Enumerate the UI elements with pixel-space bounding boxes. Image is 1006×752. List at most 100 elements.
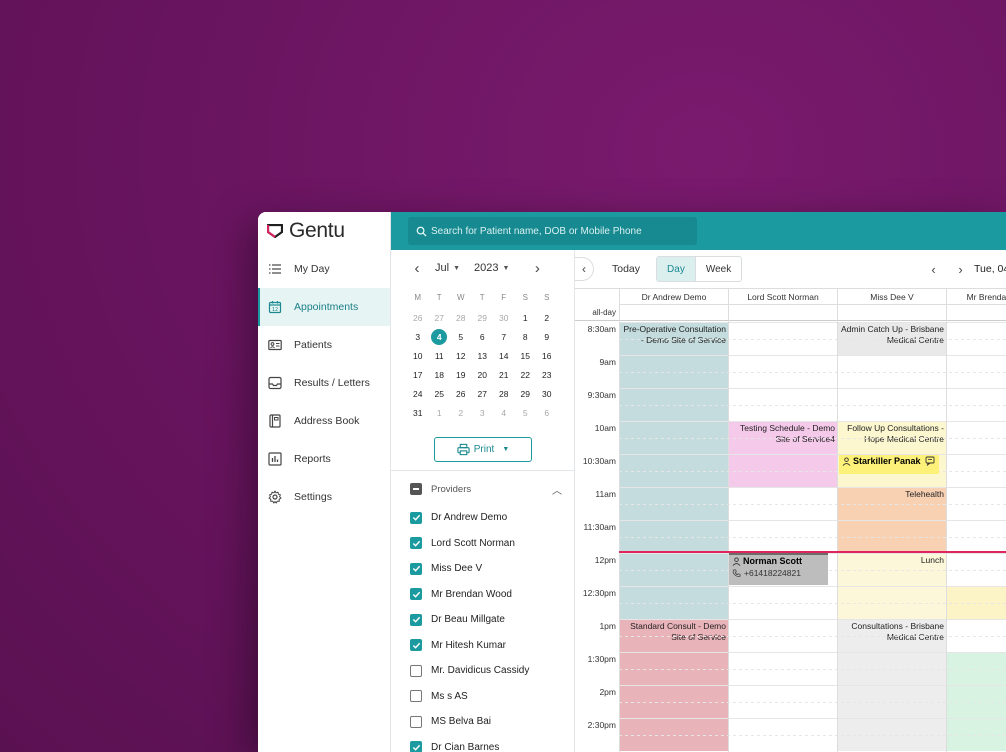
calendar-day[interactable]: 6 (536, 403, 558, 422)
nav-item-my-day[interactable]: My Day (258, 250, 390, 288)
provider-item[interactable]: Mr Hitesh Kumar (410, 633, 529, 659)
collapse-panel-button[interactable]: ‹ (575, 257, 594, 281)
providers-header[interactable]: Providers ︿ (410, 482, 562, 497)
provider-column-header[interactable]: Mr Brendan Wood (946, 289, 1006, 305)
tab-week[interactable]: Week (694, 257, 741, 281)
calendar-day[interactable]: 4 (429, 327, 451, 346)
calendar-day[interactable]: 4 (493, 403, 515, 422)
provider-item[interactable]: Miss Dee V (410, 556, 529, 582)
calendar-day[interactable]: 30 (536, 384, 558, 403)
calendar-day[interactable]: 28 (493, 384, 515, 403)
calendar-day[interactable]: 23 (536, 365, 558, 384)
nav-item-patients[interactable]: Patients (258, 326, 390, 364)
nav-item-results-letters[interactable]: Results / Letters (258, 364, 390, 402)
provider-item[interactable]: Mr Brendan Wood (410, 582, 529, 608)
calendar-day[interactable]: 14 (493, 346, 515, 365)
provider-checkbox[interactable] (410, 715, 422, 728)
provider-checkbox[interactable] (410, 664, 422, 677)
calendar-day[interactable]: 25 (429, 384, 451, 403)
provider-name: MS Belva Bai (431, 716, 492, 728)
calendar-day[interactable]: 3 (472, 403, 494, 422)
indeterminate-checkbox[interactable] (410, 483, 422, 495)
calendar-day[interactable]: 13 (472, 346, 494, 365)
calendar-day[interactable]: 20 (472, 365, 494, 384)
provider-checkbox[interactable] (410, 690, 422, 703)
nav-item-reports[interactable]: Reports (258, 440, 390, 478)
calendar-day[interactable]: 16 (536, 346, 558, 365)
provider-item[interactable]: Mr. Davidicus Cassidy (410, 658, 529, 684)
next-day-button[interactable]: › (947, 262, 974, 277)
provider-item[interactable]: Lord Scott Norman (410, 531, 529, 557)
provider-checkbox[interactable] (410, 588, 422, 601)
calendar-day[interactable]: 12 (450, 346, 472, 365)
calendar-day[interactable]: 10 (407, 346, 429, 365)
provider-item[interactable]: Ms s AS (410, 684, 529, 710)
brand[interactable]: Gentu (258, 212, 390, 250)
calendar-day[interactable]: 1 (429, 403, 451, 422)
year-select[interactable]: 2023 ▼ (474, 262, 509, 274)
calendar-day[interactable]: 29 (472, 308, 494, 327)
calendar-day[interactable]: 24 (407, 384, 429, 403)
calendar-day[interactable]: 6 (472, 327, 494, 346)
calendar-day[interactable]: 1 (515, 308, 537, 327)
calendar-day[interactable]: 28 (450, 308, 472, 327)
calendar-day[interactable]: 7 (493, 327, 515, 346)
provider-column-header[interactable]: Dr Andrew Demo (619, 289, 728, 305)
provider-item[interactable]: MS Belva Bai (410, 709, 529, 735)
hour-line (619, 685, 1006, 686)
appointment-card[interactable]: Starkiller Panak (839, 455, 939, 474)
calendar-day[interactable]: 26 (450, 384, 472, 403)
calendar-day[interactable]: 9 (536, 327, 558, 346)
appointment-card[interactable]: Norman Scott +61418224821 (729, 553, 828, 585)
calendar-day[interactable]: 8 (515, 327, 537, 346)
calendar-day[interactable]: 5 (515, 403, 537, 422)
calendar-day[interactable]: 15 (515, 346, 537, 365)
provider-column-header[interactable]: Miss Dee V (837, 289, 946, 305)
allday-cell[interactable] (619, 305, 728, 321)
prev-day-button[interactable]: ‹ (920, 262, 947, 277)
provider-checkbox[interactable] (410, 613, 422, 626)
next-month-button[interactable]: › (525, 260, 549, 277)
provider-item[interactable]: Dr Cian Barnes (410, 735, 529, 752)
calendar-day[interactable]: 19 (450, 365, 472, 384)
search-input[interactable]: Search for Patient name, DOB or Mobile P… (408, 217, 697, 245)
nav-item-appointments[interactable]: 12 Appointments (258, 288, 390, 326)
calendar-day[interactable]: 3 (407, 327, 429, 346)
caret-down-icon: ▼ (502, 264, 510, 272)
check-icon (412, 744, 420, 751)
print-button[interactable]: Print ▼ (434, 437, 532, 462)
calendar-day[interactable]: 21 (493, 365, 515, 384)
calendar-day[interactable]: 2 (450, 403, 472, 422)
provider-column-header[interactable]: Lord Scott Norman (728, 289, 837, 305)
calendar-day[interactable]: 27 (472, 384, 494, 403)
calendar-day[interactable]: 27 (429, 308, 451, 327)
calendar-day[interactable]: 29 (515, 384, 537, 403)
nav-item-settings[interactable]: Settings (258, 478, 390, 516)
allday-cell[interactable] (728, 305, 837, 321)
calendar-day[interactable]: 17 (407, 365, 429, 384)
allday-cell[interactable] (946, 305, 1006, 321)
today-button[interactable]: Today (612, 263, 640, 275)
calendar-day[interactable]: 26 (407, 308, 429, 327)
month-select[interactable]: Jul ▼ (435, 262, 460, 274)
calendar-day[interactable]: 22 (515, 365, 537, 384)
calendar-day[interactable]: 18 (429, 365, 451, 384)
prev-month-button[interactable]: ‹ (405, 260, 429, 277)
chevron-up-icon[interactable]: ︿ (552, 482, 562, 497)
provider-checkbox[interactable] (410, 639, 422, 652)
calendar-day[interactable]: 30 (493, 308, 515, 327)
provider-checkbox[interactable] (410, 511, 422, 524)
tab-day[interactable]: Day (657, 257, 695, 281)
allday-cell[interactable] (837, 305, 946, 321)
calendar-day[interactable]: 11 (429, 346, 451, 365)
calendar-day[interactable]: 31 (407, 403, 429, 422)
provider-item[interactable]: Dr Beau Millgate (410, 607, 529, 633)
provider-checkbox[interactable] (410, 562, 422, 575)
calendar-day[interactable]: 5 (450, 327, 472, 346)
nav-item-address-book[interactable]: Address Book (258, 402, 390, 440)
provider-item[interactable]: Dr Andrew Demo (410, 505, 529, 531)
calendar-day[interactable]: 2 (536, 308, 558, 327)
provider-checkbox[interactable] (410, 741, 422, 752)
provider-checkbox[interactable] (410, 537, 422, 550)
half-hour-line (619, 404, 1006, 406)
